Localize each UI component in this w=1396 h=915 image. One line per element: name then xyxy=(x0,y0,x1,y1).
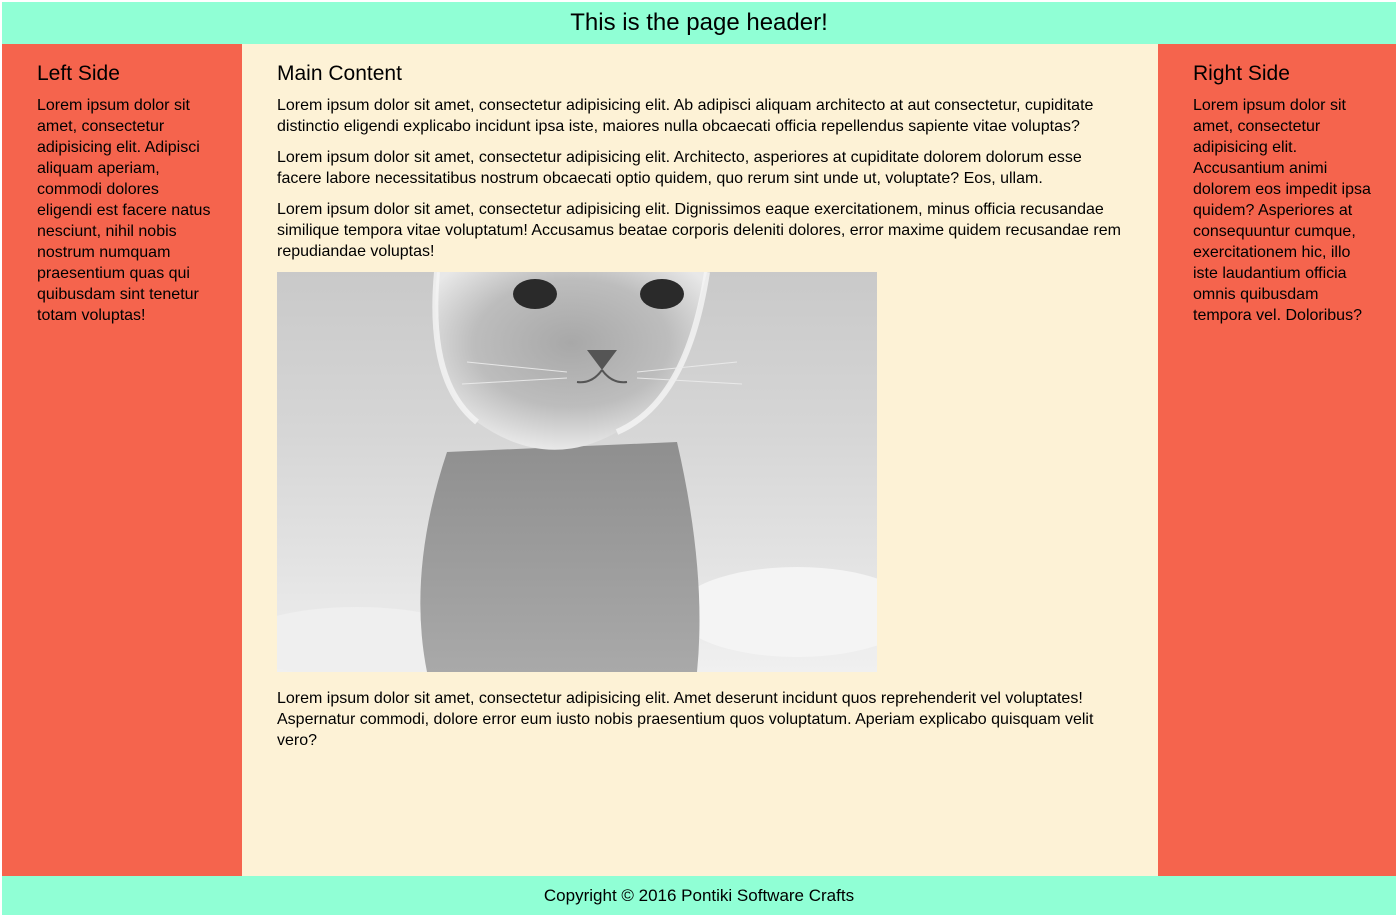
kitten-body-shape xyxy=(420,442,700,672)
left-sidebar-heading: Left Side xyxy=(37,62,120,85)
columns: Left Side Lorem ipsum dolor sit amet, co… xyxy=(2,44,1396,876)
kitten-eye-left xyxy=(513,279,557,309)
right-sidebar-heading: Right Side xyxy=(1193,62,1290,85)
page-header: This is the page header! xyxy=(2,2,1396,44)
kitten-eye-right xyxy=(640,279,684,309)
left-sidebar-text: Lorem ipsum dolor sit amet, consectetur … xyxy=(37,97,211,324)
kitten-image xyxy=(277,272,877,672)
right-sidebar: Right Side Lorem ipsum dolor sit amet, c… xyxy=(1158,44,1396,876)
main-content: Main Content Lorem ipsum dolor sit amet,… xyxy=(242,44,1158,876)
right-sidebar-text: Lorem ipsum dolor sit amet, consectetur … xyxy=(1193,97,1371,324)
main-paragraph-3: Lorem ipsum dolor sit amet, consectetur … xyxy=(277,201,1121,260)
copyright-text: Copyright © 2016 Pontiki Software Crafts xyxy=(543,885,855,905)
kitten-illustration xyxy=(277,272,877,672)
main-content-heading: Main Content xyxy=(277,62,402,85)
main-paragraph-2: Lorem ipsum dolor sit amet, consectetur … xyxy=(277,149,1082,187)
main-paragraph-1: Lorem ipsum dolor sit amet, consectetur … xyxy=(277,97,1094,135)
main-paragraph-4: Lorem ipsum dolor sit amet, consectetur … xyxy=(277,690,1094,749)
left-sidebar: Left Side Lorem ipsum dolor sit amet, co… xyxy=(2,44,242,876)
page: This is the page header! Left Side Lorem… xyxy=(2,2,1396,915)
page-footer: Copyright © 2016 Pontiki Software Crafts xyxy=(2,876,1396,915)
page-header-title: This is the page header! xyxy=(570,9,828,36)
